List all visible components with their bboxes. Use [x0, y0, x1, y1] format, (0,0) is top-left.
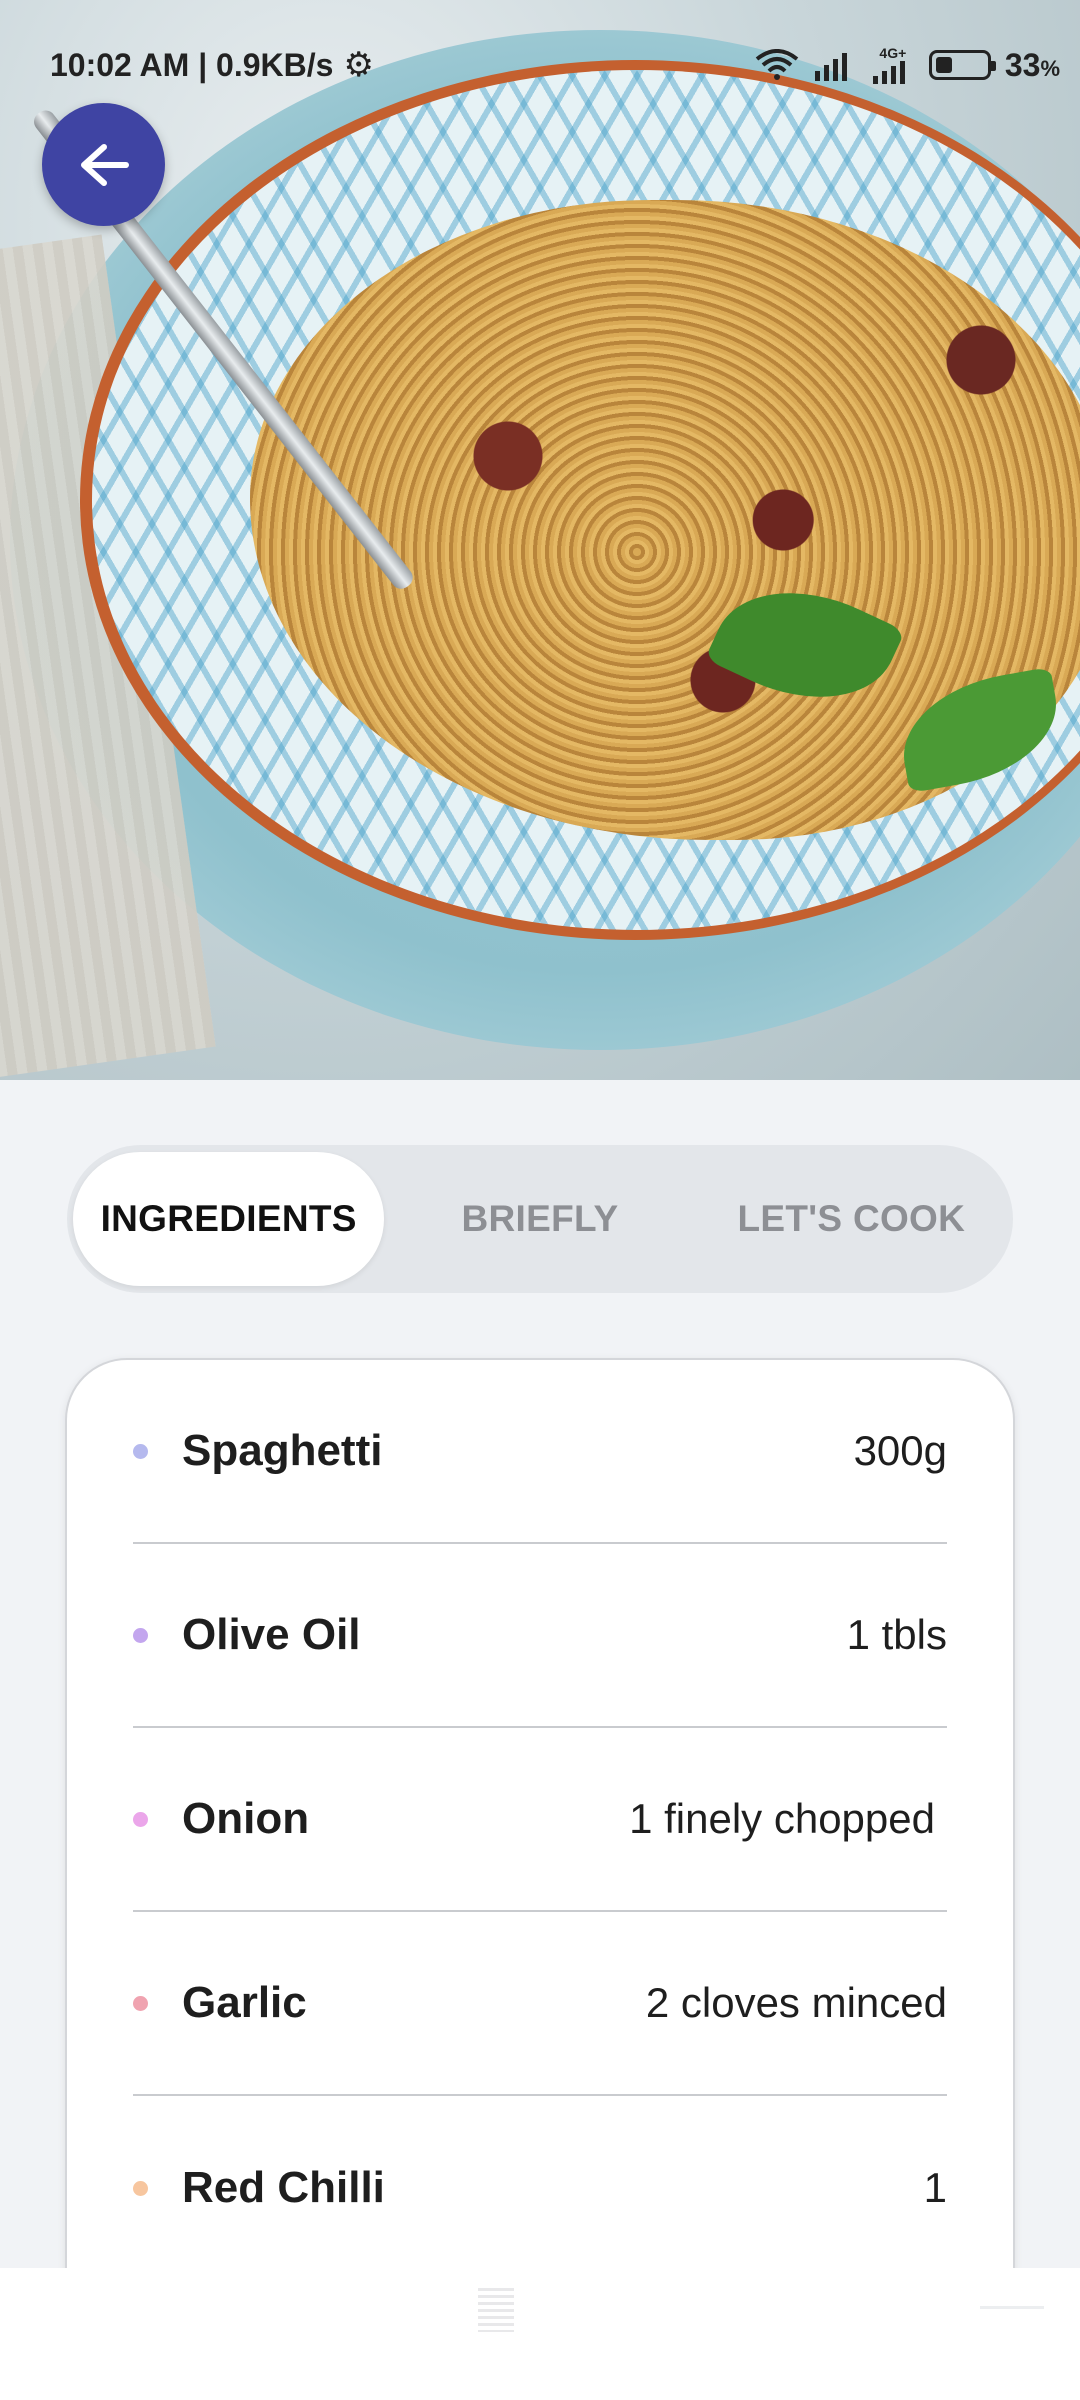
tab-lets-cook[interactable]: LET'S COOK: [696, 1152, 1007, 1286]
ingredient-quantity: 2 cloves minced: [645, 1979, 947, 2026]
ingredient-bullet: [133, 2180, 148, 2196]
signal-4g-icon: [872, 61, 905, 84]
ingredient-name: Olive Oil: [182, 1610, 361, 1659]
status-right: 4G+ 33%: [755, 46, 1060, 84]
network-type-label: 4G+: [879, 45, 907, 61]
bottom-bar: [0, 2268, 1080, 2400]
settings-gear-icon: ⚙: [343, 46, 374, 84]
status-bar: 10:02 AM | 0.9KB/s ⚙ 4G+ 33%: [0, 0, 1080, 130]
ingredient-name: Garlic: [182, 1978, 307, 2027]
tab-briefly[interactable]: BRIEFLY: [384, 1152, 695, 1286]
drag-handle-icon[interactable]: [478, 2288, 514, 2332]
ingredients-card: Spaghetti 300g Olive Oil 1 tbls Onion 1 …: [67, 1360, 1013, 2400]
wifi-icon: [755, 49, 799, 80]
ingredient-row: Red Chilli 1: [133, 2096, 947, 2280]
status-left: 10:02 AM | 0.9KB/s ⚙: [50, 45, 374, 85]
ingredient-row: Spaghetti 300g: [133, 1360, 947, 1544]
recipe-tabs: INGREDIENTS BRIEFLY LET'S COOK: [67, 1145, 1013, 1293]
battery-unit: %: [1040, 55, 1060, 81]
ingredient-bullet: [133, 1811, 148, 1827]
ingredient-row: Garlic 2 cloves minced: [133, 1912, 947, 2096]
ingredient-row: Onion 1 finely chopped: [133, 1728, 947, 1912]
battery-level: 33%: [1005, 47, 1060, 84]
back-arrow-icon: [80, 143, 129, 186]
battery-percent: 33: [1004, 46, 1041, 83]
ingredient-bullet: [133, 1627, 148, 1643]
ingredient-quantity: 1 finely chopped: [629, 1795, 935, 1842]
battery-icon: [928, 50, 996, 80]
ingredient-quantity: 300g: [853, 1427, 947, 1474]
ingredient-row: Olive Oil 1 tbls: [133, 1544, 947, 1728]
status-time: 10:02 AM | 0.9KB/s: [50, 46, 334, 83]
ingredient-name: Spaghetti: [182, 1426, 383, 1475]
ingredient-quantity: 1: [923, 2164, 947, 2211]
ingredient-name: Onion: [182, 1794, 310, 1843]
ingredient-quantity: 1 tbls: [846, 1611, 947, 1658]
ingredient-name: Red Chilli: [182, 2163, 385, 2212]
tab-ingredients[interactable]: INGREDIENTS: [73, 1152, 385, 1286]
ingredient-bullet: [133, 1995, 148, 2011]
signal-icon: [814, 53, 847, 81]
back-button[interactable]: [42, 103, 165, 226]
ingredient-bullet: [133, 1443, 148, 1459]
nav-indicator: [980, 2306, 1044, 2309]
network-signal: 4G+: [871, 46, 915, 84]
